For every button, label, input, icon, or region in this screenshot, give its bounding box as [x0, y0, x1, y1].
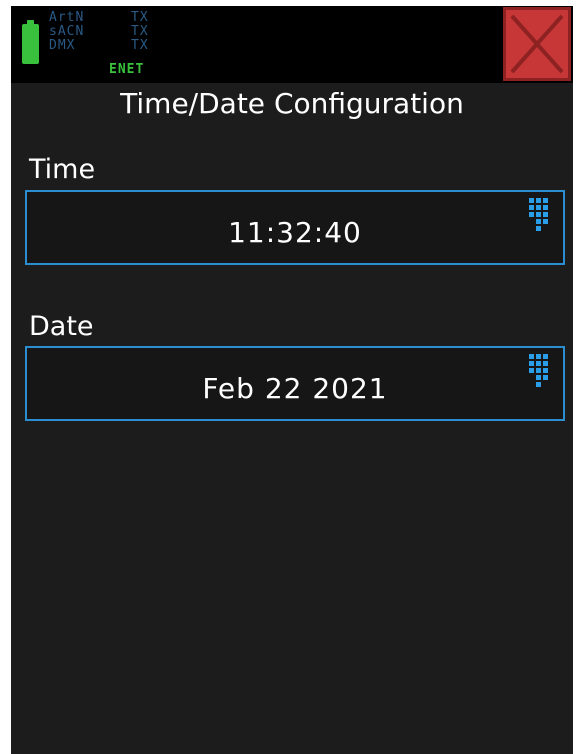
protocol-sacn-label: sACN [49, 24, 85, 39]
date-field[interactable]: Feb 22 2021 [25, 346, 565, 421]
protocol-dmx-label: DMX [49, 38, 76, 53]
time-field[interactable]: 11:32:40 [25, 190, 565, 265]
protocol-sacn-state: TX [131, 24, 149, 39]
protocol-artnet-state: TX [131, 10, 149, 25]
close-button[interactable] [503, 7, 571, 81]
status-bar: ArtN TX sACN TX DMX TX ENET [11, 6, 573, 83]
date-value: Feb 22 2021 [202, 372, 388, 405]
time-value: 11:32:40 [228, 216, 362, 249]
device-screen: ArtN TX sACN TX DMX TX ENET Time/Date Co… [11, 6, 573, 754]
page-title: Time/Date Configuration [120, 87, 464, 120]
close-icon [510, 14, 564, 74]
keypad-icon[interactable] [529, 354, 553, 394]
protocol-artnet-label: ArtN [49, 10, 85, 25]
date-label: Date [29, 311, 94, 342]
keypad-icon[interactable] [529, 198, 553, 238]
time-label: Time [29, 154, 96, 185]
battery-icon [22, 20, 39, 64]
protocol-dmx-state: TX [131, 38, 149, 53]
network-status: ENET [109, 62, 145, 77]
